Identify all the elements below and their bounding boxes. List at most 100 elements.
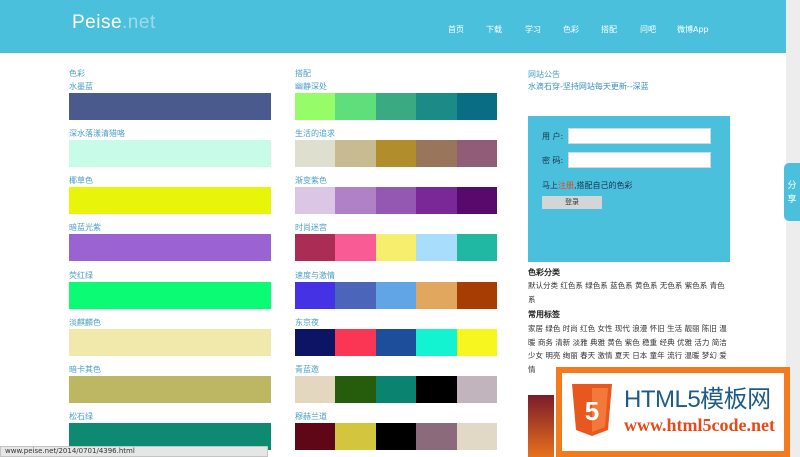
- colors-column-title: 色彩: [69, 69, 85, 78]
- notice-link[interactable]: 水滴石穿-坚持网站每天更新--深蓝: [528, 82, 649, 92]
- combo-name[interactable]: 青蓝邀: [295, 365, 319, 375]
- combo-palette[interactable]: [295, 140, 498, 167]
- site-header: Peise.net 首页 下载 学习 色彩 搭配 问吧 微博App: [0, 0, 786, 53]
- combo-color-block: [295, 282, 336, 309]
- combo-color-block: [375, 329, 417, 356]
- combo-color-block: [335, 140, 376, 167]
- color-name[interactable]: 淡麒麟色: [69, 318, 101, 328]
- category-list[interactable]: 默认分类 红色系 绿色系 蓝色系 黄色系 无色系 紫色系 青色系: [528, 279, 732, 306]
- login-button[interactable]: 登录: [542, 196, 602, 209]
- password-input[interactable]: [568, 152, 711, 168]
- color-name[interactable]: 深水落漾清猎咯: [69, 129, 125, 139]
- combo-color-block: [335, 329, 376, 356]
- username-label: 用 户:: [542, 132, 564, 141]
- combo-color-block: [335, 187, 376, 214]
- combo-color-block: [456, 234, 498, 261]
- combo-color-block: [375, 93, 417, 120]
- color-swatch[interactable]: [69, 234, 271, 261]
- color-swatch[interactable]: [69, 93, 271, 120]
- combo-color-block: [375, 234, 417, 261]
- combo-name[interactable]: 东京夜: [295, 318, 319, 328]
- register-link[interactable]: 注册: [558, 181, 574, 190]
- combo-name[interactable]: 时尚迷宫: [295, 223, 327, 233]
- combo-color-block: [416, 234, 457, 261]
- combo-palette[interactable]: [295, 282, 498, 309]
- watermark-title: HTML5模板网: [624, 386, 771, 413]
- combo-name[interactable]: 穆赫兰道: [295, 412, 327, 422]
- combo-name[interactable]: 幽静深处: [295, 82, 327, 92]
- combo-color-block: [456, 140, 498, 167]
- combo-color-block: [456, 329, 498, 356]
- nav-item-combos[interactable]: 搭配: [601, 24, 617, 36]
- combo-color-block: [375, 140, 417, 167]
- combo-color-block: [416, 423, 457, 450]
- combo-color-block: [456, 93, 498, 120]
- combo-color-block: [375, 187, 417, 214]
- shield-number: 5: [585, 396, 599, 426]
- combo-palette[interactable]: [295, 234, 498, 261]
- promo-prefix: 马上: [542, 181, 558, 190]
- combo-name[interactable]: 速度与激情: [295, 271, 335, 281]
- nav-item-ask[interactable]: 问吧: [640, 24, 656, 36]
- combos-column-title: 搭配: [295, 69, 311, 78]
- color-swatch[interactable]: [69, 187, 271, 214]
- password-label: 密 码:: [542, 156, 564, 165]
- color-name[interactable]: 椰草色: [69, 176, 93, 186]
- combo-color-block: [416, 93, 457, 120]
- combo-color-block: [416, 376, 457, 403]
- html5-shield-icon: 5: [572, 384, 612, 436]
- share-side-tab[interactable]: 分享: [784, 163, 800, 221]
- tags-title: 常用标签: [528, 310, 560, 319]
- combo-color-block: [456, 376, 498, 403]
- combo-color-block: [295, 234, 336, 261]
- status-bar-url: www.peise.net/2014/0701/4396.html: [0, 446, 268, 457]
- combo-color-block: [335, 93, 376, 120]
- combo-palette[interactable]: [295, 187, 498, 214]
- nav-item-learn[interactable]: 学习: [525, 24, 541, 36]
- color-name[interactable]: 荧红绿: [69, 271, 93, 281]
- color-swatch[interactable]: [69, 140, 271, 167]
- color-swatch[interactable]: [69, 376, 271, 403]
- nav-item-home[interactable]: 首页: [448, 24, 464, 36]
- combo-palette[interactable]: [295, 423, 498, 450]
- notice-title: 网站公告: [528, 70, 560, 79]
- nav-item-download[interactable]: 下载: [486, 24, 502, 36]
- combo-color-block: [416, 187, 457, 214]
- combo-color-block: [416, 282, 457, 309]
- combo-color-block: [295, 187, 336, 214]
- combo-color-block: [416, 140, 457, 167]
- combo-palette[interactable]: [295, 376, 498, 403]
- register-promo: 马上注册,搭配自己的色彩: [542, 180, 633, 191]
- color-swatch[interactable]: [69, 329, 271, 356]
- combo-color-block: [295, 423, 336, 450]
- combo-color-block: [456, 282, 498, 309]
- nav-item-colors[interactable]: 色彩: [563, 24, 579, 36]
- combo-color-block: [295, 329, 336, 356]
- login-panel: 用 户: 密 码: 马上注册,搭配自己的色彩 登录: [528, 116, 730, 262]
- color-name[interactable]: 水墨蓝: [69, 82, 93, 92]
- combo-color-block: [295, 376, 336, 403]
- combo-color-block: [335, 282, 376, 309]
- combo-name[interactable]: 生活的追求: [295, 129, 335, 139]
- combo-color-block: [416, 329, 457, 356]
- color-name[interactable]: 暗卡其色: [69, 365, 101, 375]
- combo-palette[interactable]: [295, 93, 498, 120]
- username-input[interactable]: [568, 128, 711, 144]
- promo-suffix: ,搭配自己的色彩: [574, 181, 633, 190]
- combo-name[interactable]: 渐变紫色: [295, 176, 327, 186]
- color-swatch[interactable]: [69, 282, 271, 309]
- combo-color-block: [456, 423, 498, 450]
- combo-color-block: [375, 282, 417, 309]
- combo-palette[interactable]: [295, 329, 498, 356]
- category-title: 色彩分类: [528, 268, 560, 277]
- combo-color-block: [375, 423, 417, 450]
- watermark-url: www.html5code.net: [624, 415, 775, 435]
- nav-item-weibo-app[interactable]: 微博App: [677, 24, 709, 36]
- watermark-banner: 5 HTML5模板网 www.html5code.net: [556, 367, 790, 457]
- main-nav: 首页 下载 学习 色彩 搭配 问吧 微博App: [0, 24, 786, 38]
- sidebar-thumbnail[interactable]: [528, 395, 554, 457]
- combo-color-block: [456, 187, 498, 214]
- combo-color-block: [335, 234, 376, 261]
- color-name[interactable]: 松石绿: [69, 412, 93, 422]
- color-name[interactable]: 暗蓝光紫: [69, 223, 101, 233]
